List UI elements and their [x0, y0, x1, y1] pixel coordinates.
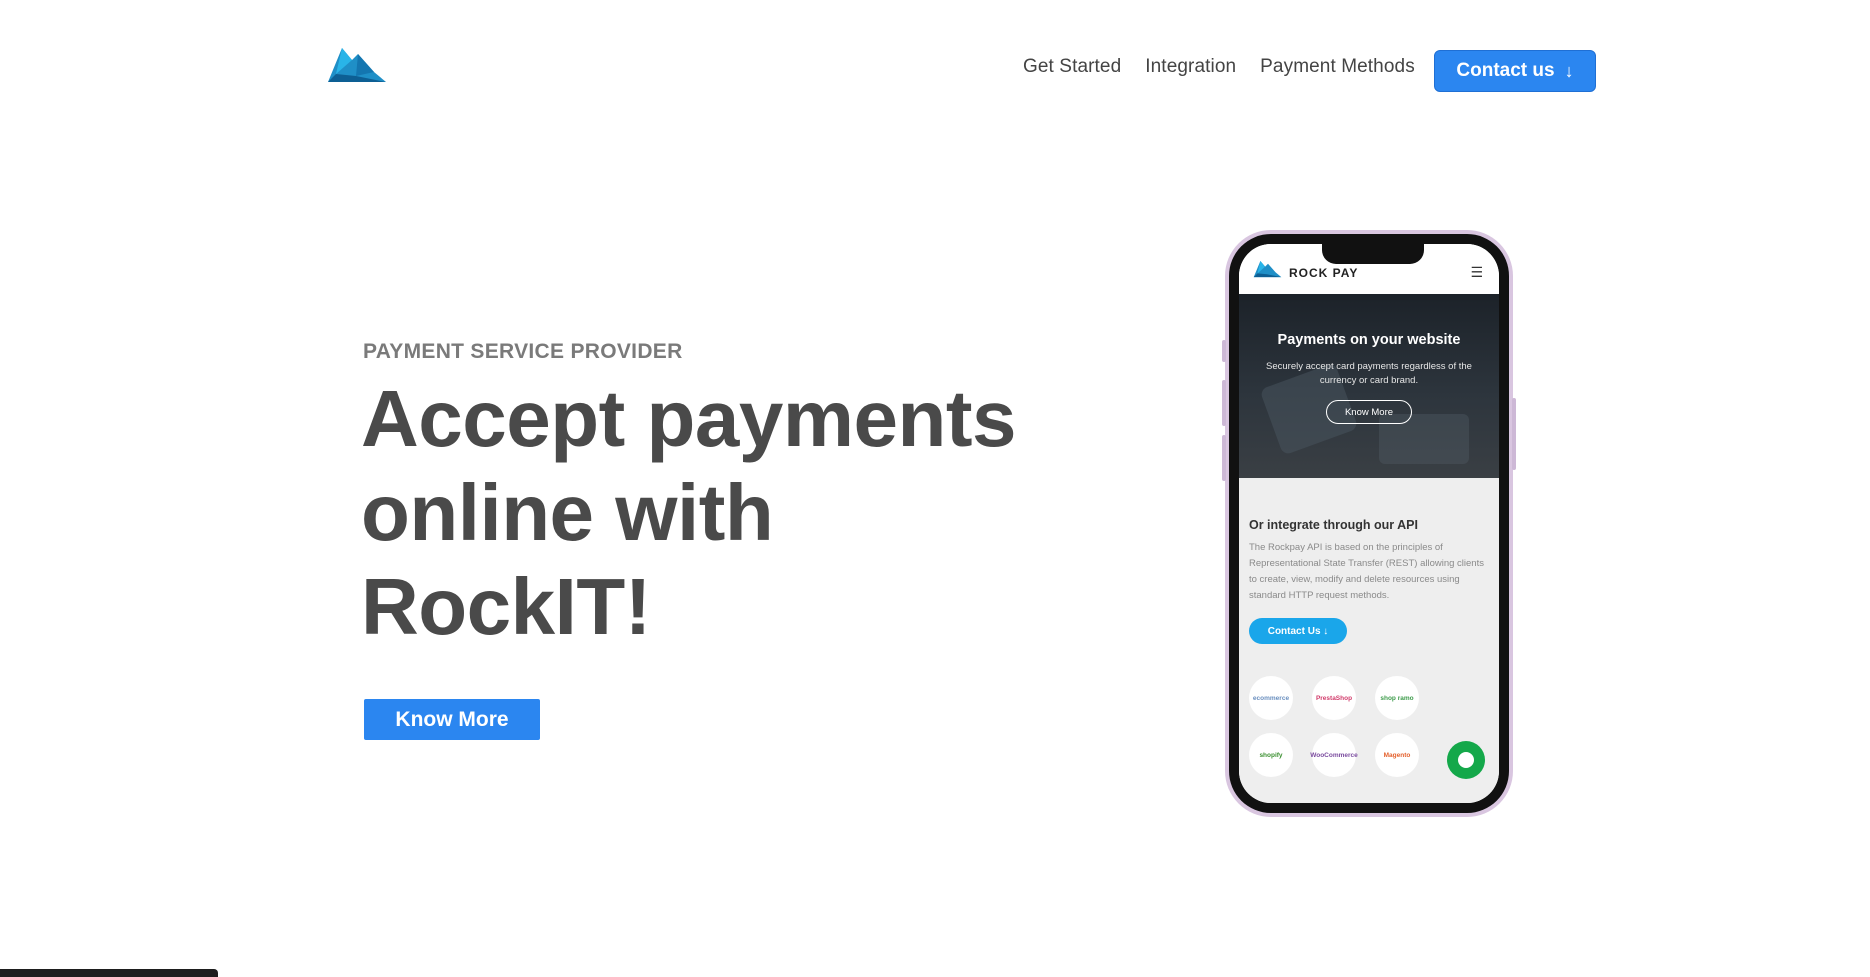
- platform-logo: ecommerce: [1249, 676, 1293, 720]
- mobile-hero: Payments on your website Securely accept…: [1239, 294, 1499, 478]
- phone-notch: [1322, 244, 1424, 264]
- nav-payment-methods[interactable]: Payment Methods: [1260, 56, 1415, 78]
- platform-logo: shopify: [1249, 733, 1293, 777]
- platform-logo: WooCommerce: [1310, 733, 1358, 777]
- mobile-api-title: Or integrate through our API: [1249, 518, 1418, 532]
- mobile-hero-subtitle: Securely accept card payments regardless…: [1266, 361, 1472, 386]
- platform-logo: Magento: [1375, 733, 1419, 777]
- mobile-brand: ROCK PAY: [1289, 266, 1359, 280]
- platform-logo: shop ramo: [1375, 676, 1419, 720]
- main-nav: Get Started Integration Payment Methods: [1023, 56, 1439, 78]
- hero-title-line1: Accept payments: [361, 374, 1016, 463]
- phone-volume-button: [1222, 340, 1226, 362]
- hero-title: Accept payments online with RockIT!: [361, 372, 1081, 654]
- arrow-down-icon: ↓: [1564, 60, 1574, 81]
- phone-bezel: ROCK PAY ☰ Payments on your website Secu…: [1229, 234, 1509, 813]
- platform-logo: PrestaShop: [1312, 676, 1356, 720]
- phone-mockup: ROCK PAY ☰ Payments on your website Secu…: [1222, 230, 1516, 817]
- hamburger-menu-icon: ☰: [1470, 264, 1483, 280]
- know-more-button[interactable]: Know More: [364, 699, 540, 740]
- mobile-contact-button: Contact Us ↓: [1249, 618, 1347, 644]
- nav-get-started[interactable]: Get Started: [1023, 56, 1121, 78]
- mountain-logo-icon[interactable]: [328, 46, 388, 88]
- contact-us-label: Contact us: [1456, 60, 1555, 81]
- nav-integration[interactable]: Integration: [1145, 56, 1236, 78]
- browser-status-tooltip: [0, 969, 218, 977]
- phone-screen: ROCK PAY ☰ Payments on your website Secu…: [1239, 244, 1499, 803]
- site-header: Get Started Integration Payment Methods …: [0, 0, 1870, 140]
- phone-volume-button: [1222, 380, 1226, 426]
- mobile-hero-title: Payments on your website: [1277, 332, 1461, 348]
- contact-us-button[interactable]: Contact us ↓: [1434, 50, 1596, 92]
- mobile-api-text: The Rockpay API is based on the principl…: [1249, 542, 1484, 601]
- mountain-logo-icon: [1253, 260, 1282, 278]
- hero-eyebrow: PAYMENT SERVICE PROVIDER: [363, 340, 683, 363]
- phone-volume-button: [1222, 435, 1226, 481]
- chat-bubble-icon: [1447, 741, 1485, 779]
- hero-title-line3: RockIT!: [361, 562, 651, 651]
- hero-title-line2: online with: [361, 468, 774, 557]
- phone-power-button: [1512, 398, 1516, 470]
- mobile-know-more-button: Know More: [1326, 400, 1412, 424]
